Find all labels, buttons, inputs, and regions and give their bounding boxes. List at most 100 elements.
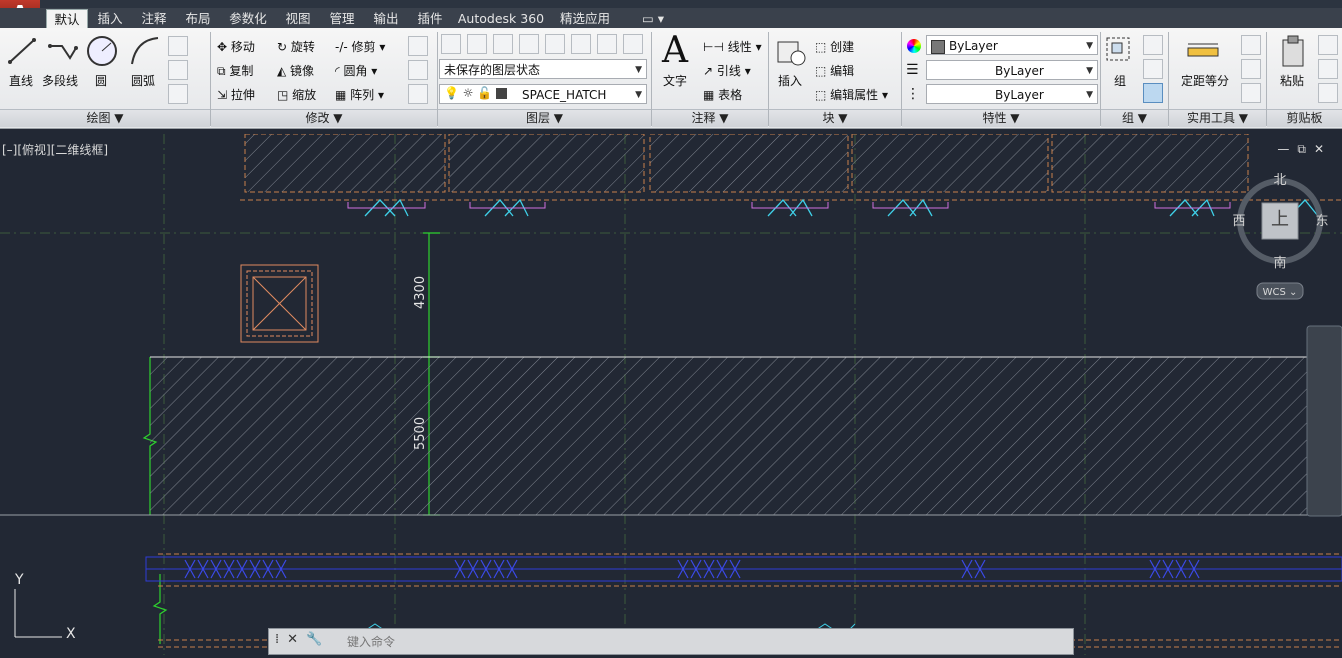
compass-east: 东	[1315, 214, 1328, 229]
insert-block-icon[interactable]	[774, 34, 806, 70]
tab-featured-apps[interactable]: 精选应用	[554, 9, 616, 28]
layer-off-icon[interactable]	[545, 34, 565, 54]
layer-match-icon[interactable]	[597, 34, 617, 54]
layer-isolate-icon[interactable]	[493, 34, 513, 54]
clipboard-panel-title[interactable]: 剪贴板	[1267, 109, 1342, 127]
calculator-icon[interactable]	[1241, 83, 1261, 103]
stretch-tool[interactable]: ⇲ 拉伸	[217, 86, 255, 103]
copy-tool[interactable]: ⧉ 复制	[217, 62, 253, 79]
lineweight-dropdown[interactable]: ByLayer ▼	[926, 60, 1098, 80]
color-wheel-icon	[907, 39, 921, 53]
match-properties-icon[interactable]	[1318, 83, 1338, 103]
layer-panel-title[interactable]: 图层 ▼	[438, 109, 651, 127]
cut-icon[interactable]	[1318, 35, 1338, 55]
edit-attributes-tool[interactable]: ⬚ 编辑属性 ▾	[815, 86, 888, 103]
annotation-panel-title[interactable]: 注释 ▼	[652, 109, 768, 127]
edit-block-tool[interactable]: ⬚ 编辑	[815, 62, 854, 79]
compass-west: 西	[1232, 214, 1245, 229]
tab-annotate[interactable]: 注释	[134, 9, 174, 28]
tab-autodesk-360[interactable]: Autodesk 360	[454, 9, 548, 28]
arc-icon[interactable]	[128, 34, 162, 68]
tab-plugins[interactable]: 插件	[410, 9, 450, 28]
properties-panel-title[interactable]: 特性 ▼	[902, 109, 1100, 127]
line-tool-label[interactable]: 直线	[9, 72, 33, 89]
viewport-controls[interactable]: [–][俯视][二维线框]	[2, 141, 108, 158]
ribbon-options-icon[interactable]: ▭ ▾	[638, 9, 668, 28]
offset-icon[interactable]	[408, 84, 428, 104]
groups-panel-title[interactable]: 组 ▼	[1101, 109, 1168, 127]
table-tool[interactable]: ▦ 表格	[703, 86, 742, 103]
polyline-tool-label[interactable]: 多段线	[42, 72, 78, 89]
linear-dim-tool[interactable]: ⊢⊣ 线性 ▾	[703, 38, 762, 55]
draw-panel-title[interactable]: 绘图 ▼	[0, 109, 210, 127]
drawing-area[interactable]: 4300 5500 Y X 上	[0, 133, 1342, 656]
ungroup-icon[interactable]	[1143, 35, 1163, 55]
linetype-dropdown[interactable]: ByLayer ▼	[926, 84, 1098, 104]
viewport-window-controls[interactable]: —⧉✕	[1277, 142, 1332, 157]
title-bar	[0, 0, 1342, 8]
tab-insert[interactable]: 插入	[90, 9, 130, 28]
layer-lock-icon[interactable]	[571, 34, 591, 54]
array-tool[interactable]: ▦ 阵列 ▾	[335, 86, 384, 103]
create-block-tool[interactable]: ⬚ 创建	[815, 38, 854, 55]
tab-manage[interactable]: 管理	[322, 9, 362, 28]
rotate-tool[interactable]: ↻ 旋转	[277, 38, 315, 55]
tab-output[interactable]: 输出	[366, 9, 406, 28]
cad-drawing: 4300 5500 Y X 上	[0, 133, 1342, 656]
layer-state-icon[interactable]	[467, 34, 487, 54]
leader-tool[interactable]: ↗ 引线 ▾	[703, 62, 751, 79]
compass-north: 北	[1273, 173, 1286, 188]
rectangle-icon[interactable]	[168, 36, 188, 56]
group-selection-icon[interactable]	[1143, 83, 1163, 103]
circle-icon[interactable]	[85, 34, 119, 68]
line-icon[interactable]	[6, 34, 38, 68]
ellipse-icon[interactable]	[168, 60, 188, 80]
layer-status-icons: 💡 ☼ 🔓	[444, 86, 508, 100]
viewcube-top-face: 上	[1271, 209, 1289, 230]
compass-south: 南	[1273, 255, 1286, 271]
measure-label[interactable]: 定距等分	[1181, 72, 1229, 89]
arc-tool-label[interactable]: 圆弧	[131, 72, 155, 89]
polyline-icon[interactable]	[46, 34, 80, 68]
explode-icon[interactable]	[408, 60, 428, 80]
tab-default[interactable]: 默认	[46, 9, 88, 29]
circle-tool-label[interactable]: 圆	[95, 72, 107, 89]
group-label[interactable]: 组	[1114, 72, 1126, 89]
window-band	[145, 553, 1342, 587]
scale-tool[interactable]: ◳ 缩放	[277, 86, 316, 103]
copy-clip-icon[interactable]	[1318, 59, 1338, 79]
block-panel-title[interactable]: 块 ▼	[769, 109, 901, 127]
measure-icon[interactable]	[1186, 40, 1222, 64]
text-tool-label[interactable]: 文字	[663, 72, 687, 89]
mirror-tool[interactable]: ◭ 镜像	[277, 62, 314, 79]
text-icon[interactable]: A	[662, 30, 688, 71]
utilities-panel-title[interactable]: 实用工具 ▼	[1169, 109, 1266, 127]
dimension-4300: 4300	[413, 276, 428, 309]
ucs-icon	[14, 589, 62, 638]
layer-state-dropdown[interactable]: 未保存的图层状态 ▼	[439, 59, 647, 79]
insert-label[interactable]: 插入	[778, 72, 802, 89]
command-input[interactable]: 键入命令	[347, 633, 395, 650]
group-icon[interactable]	[1104, 34, 1136, 70]
tab-view[interactable]: 视图	[278, 9, 318, 28]
layer-previous-icon[interactable]	[623, 34, 643, 54]
tab-layout[interactable]: 布局	[178, 9, 218, 28]
select-all-icon[interactable]	[1241, 59, 1261, 79]
layer-freeze-icon[interactable]	[519, 34, 539, 54]
command-line-controls[interactable]: ⁞✕🔧	[275, 632, 330, 647]
color-dropdown[interactable]: ByLayer ▼	[926, 35, 1098, 55]
tab-parametric[interactable]: 参数化	[222, 9, 274, 28]
trim-tool[interactable]: -/- 修剪 ▾	[335, 38, 385, 55]
group-edit-icon[interactable]	[1143, 59, 1163, 79]
layer-properties-icon[interactable]	[441, 34, 461, 54]
viewcube[interactable]	[1237, 178, 1323, 300]
move-tool[interactable]: ✥ 移动	[217, 38, 255, 55]
paste-label[interactable]: 粘贴	[1280, 72, 1304, 89]
quick-select-icon[interactable]	[1241, 35, 1261, 55]
modify-panel-title[interactable]: 修改 ▼	[211, 109, 437, 127]
erase-icon[interactable]	[408, 36, 428, 56]
hatch-icon[interactable]	[168, 84, 188, 104]
command-line[interactable]: ⁞✕🔧 键入命令	[268, 628, 1074, 655]
fillet-tool[interactable]: ◜ 圆角 ▾	[335, 62, 377, 79]
paste-icon[interactable]	[1279, 34, 1309, 70]
